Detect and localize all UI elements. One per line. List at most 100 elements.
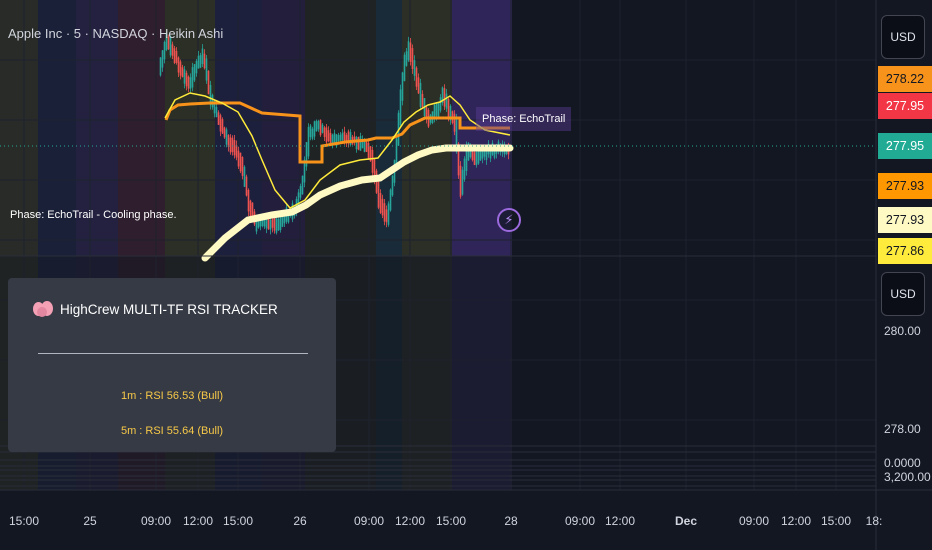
candle-body [419,82,422,107]
candle-body [381,198,384,216]
candle-body [459,165,462,197]
candle-body [377,181,380,208]
time-axis-label: 28 [504,514,518,528]
candle-body [207,70,210,95]
candle-body [443,88,446,107]
candle-body [463,158,466,180]
candle-body [275,218,278,233]
candle-body [383,203,386,222]
candle-body [367,143,370,159]
candle-body [231,137,234,152]
candle-body [413,60,416,76]
candle-body [399,89,402,126]
lower-scale-label: 278.00 [884,422,921,436]
tracker-header: HighCrew MULTI-TF RSI TRACKER [32,300,278,318]
rsi-line-5m: 5m : RSI 55.64 (Bull) [120,425,224,437]
time-axis-label: 15:00 [435,514,467,528]
candle-body [389,189,392,211]
candle-body [191,67,194,88]
candle-body [387,203,390,225]
candle-body [247,189,250,212]
candle-body [279,216,282,230]
candle-body [405,51,408,66]
candle-body [193,64,196,81]
candle-body [269,219,272,230]
candle-body [403,54,406,81]
candle-body [205,58,208,81]
candle-body [477,150,480,164]
candle-body [343,131,346,141]
candle-body [339,134,342,141]
candle-body [215,107,218,118]
candle-body [421,93,424,108]
phase-note: Phase: EchoTrail - Cooling phase. [10,209,177,221]
candle-body [183,69,186,84]
session-band [305,0,376,256]
candle-body [181,67,184,78]
candle-body [163,41,166,60]
lightning-icon[interactable]: ⚡ [497,208,521,232]
candle-body [411,48,414,70]
candle-body [479,150,482,161]
candle-body [249,200,252,217]
candle-body [239,152,242,172]
candle-body [473,152,476,165]
time-axis-label: Dec [674,514,698,528]
time-axis-label: 15:00 [222,514,254,528]
candle-body [177,57,180,73]
symbol-title: Apple Inc · 5 · NASDAQ · Heikin Ashi [8,26,224,41]
candle-body [265,218,268,229]
candle-body [235,145,238,158]
tracker-divider [38,353,308,354]
candle-body [161,50,164,68]
candle-body [245,176,248,196]
candle-body [333,133,336,143]
candle-body [159,57,162,76]
candle-body [357,137,360,150]
candle-body [311,128,314,139]
time-axis-label: 18: [865,514,883,528]
candle-body [243,166,246,187]
candle-body [321,124,324,133]
candle-body [179,61,182,76]
candle-body [391,175,394,196]
candle-body [277,218,280,231]
candle-body [211,95,214,108]
candle-body [447,98,450,118]
time-axis-label: 12:00 [182,514,214,528]
rsi-line-1m: 1m : RSI 56.53 (Bull) [120,390,224,402]
chart-canvas[interactable] [0,0,932,550]
candle-body [461,169,464,195]
currency-button-top[interactable]: USD [881,15,925,59]
time-axis-label: 15:00 [8,514,40,528]
time-axis-label: 09:00 [140,514,172,528]
candle-body [445,93,448,109]
candle-body [415,67,418,87]
candle-body [173,48,176,63]
candle-body [199,55,202,68]
candle-body [475,151,478,165]
candle-body [341,132,344,141]
candle-body [189,77,192,89]
candle-body [271,219,274,228]
candle-body [309,125,312,138]
rsi-tracker-panel: HighCrew MULTI-TF RSI TRACKER 1m : RSI 5… [8,278,336,452]
time-axis-label: 15:00 [820,514,852,528]
candle-body [201,48,204,65]
candle-body [187,76,190,89]
candle-body [327,130,330,142]
candle-body [301,175,304,195]
candle-body [233,140,236,156]
phase-label: Phase: EchoTrail [476,107,572,131]
candle-body [407,41,410,61]
time-axis-label: 26 [293,514,307,528]
time-axis-label: 09:00 [564,514,596,528]
time-axis-label: 12:00 [780,514,812,528]
time-axis-label: 09:00 [353,514,385,528]
currency-button-bottom[interactable]: USD [881,272,925,316]
candle-body [219,115,222,132]
lower-scale-label: 3,200.00 [884,470,931,484]
time-axis-label: 12:00 [394,514,426,528]
candle-body [185,72,188,87]
time-axis-label: 09:00 [738,514,770,528]
